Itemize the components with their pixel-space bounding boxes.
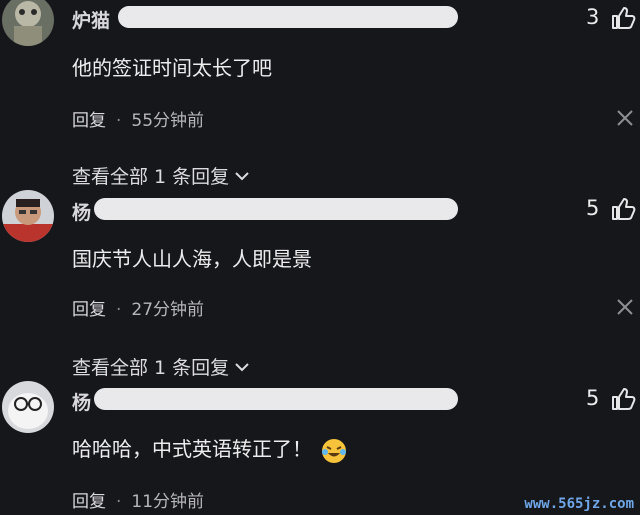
comment-time: 27分钟前 (131, 300, 205, 320)
separator: · (116, 111, 122, 131)
redaction-bar (94, 198, 458, 220)
reply-button[interactable]: 回复 (72, 111, 106, 131)
username[interactable]: 杨 (72, 198, 91, 225)
like-count: 3 (586, 5, 600, 29)
separator: · (116, 300, 122, 320)
thumbs-up-icon[interactable] (610, 196, 636, 222)
chevron-down-icon (235, 362, 249, 371)
like-count: 5 (586, 196, 600, 220)
close-icon[interactable] (616, 109, 634, 127)
comment-time: 55分钟前 (131, 111, 205, 131)
comment-time: 11分钟前 (131, 492, 205, 512)
comment-meta: 回复 · 27分钟前 (72, 295, 204, 320)
watermark: www.565jz.com (524, 496, 634, 512)
username[interactable]: 杨 (72, 388, 91, 415)
view-replies-button[interactable]: 查看全部 1 条回复 (72, 162, 249, 189)
laughing-tears-emoji (322, 438, 346, 463)
redaction-bar (94, 388, 458, 410)
redaction-bar (118, 6, 458, 28)
close-icon[interactable] (616, 298, 634, 316)
chevron-down-icon (235, 171, 249, 180)
reply-button[interactable]: 回复 (72, 300, 106, 320)
view-replies-label: 查看全部 1 条回复 (72, 357, 230, 379)
view-replies-label: 查看全部 1 条回复 (72, 166, 230, 188)
username[interactable]: 炉猫 (72, 6, 110, 33)
thumbs-up-icon[interactable] (610, 386, 636, 412)
avatar[interactable] (2, 381, 54, 433)
view-replies-button[interactable]: 查看全部 1 条回复 (72, 353, 249, 380)
reply-button[interactable]: 回复 (72, 492, 106, 512)
comment-text: 他的签证时间太长了吧 (72, 56, 272, 80)
thumbs-up-icon[interactable] (610, 5, 636, 31)
comment-text: 哈哈哈，中式英语转正了！ (72, 437, 312, 461)
comment-body: 哈哈哈，中式英语转正了！ (72, 433, 348, 465)
like-count: 5 (586, 386, 600, 410)
avatar[interactable] (2, 190, 54, 242)
comment-meta: 回复 · 11分钟前 (72, 487, 204, 512)
comment-text: 国庆节人山人海，人即是景 (72, 247, 312, 271)
separator: · (116, 492, 122, 512)
comment-meta: 回复 · 55分钟前 (72, 106, 204, 131)
avatar[interactable] (2, 0, 54, 46)
